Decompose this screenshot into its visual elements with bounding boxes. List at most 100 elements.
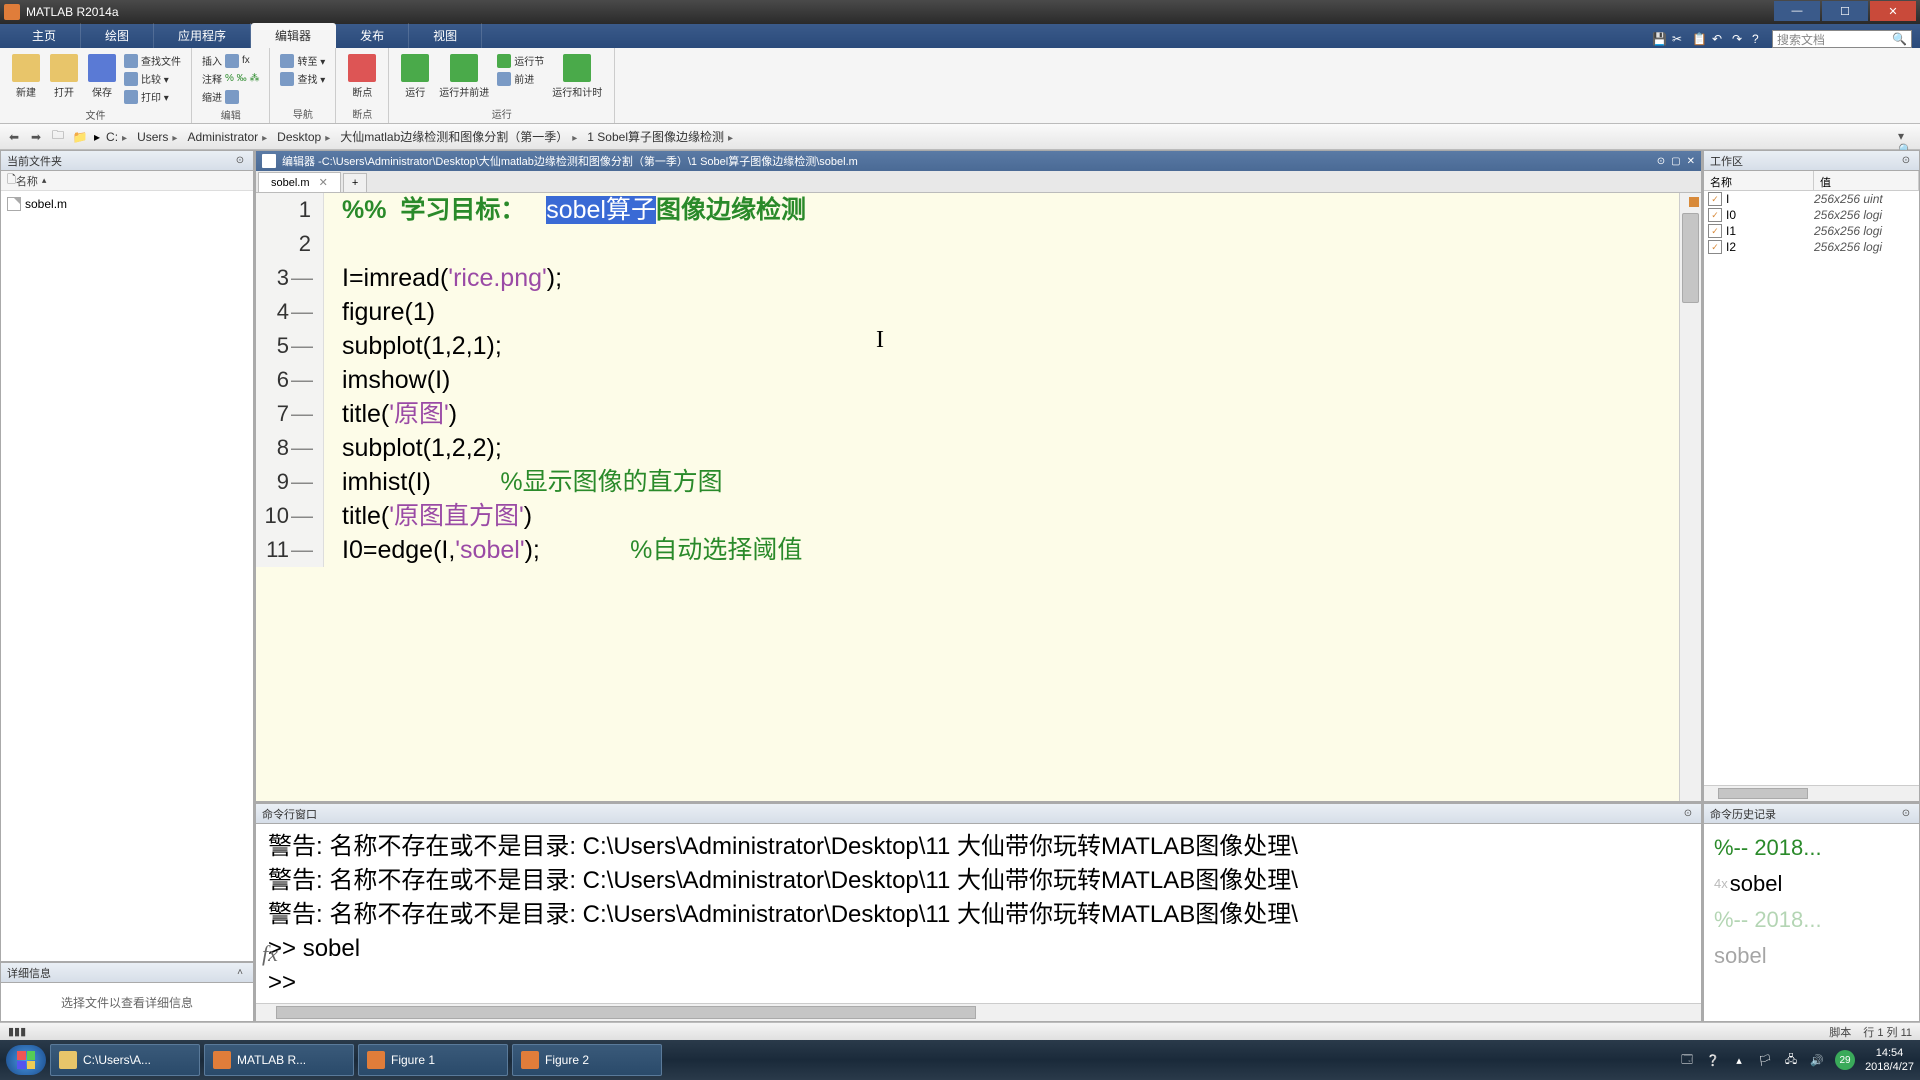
qat-redo-icon[interactable]: ↷ (1732, 32, 1746, 46)
qat-copy-icon[interactable]: 📋 (1692, 32, 1706, 46)
findfiles-button[interactable]: 查找文件 (122, 52, 183, 69)
qat-cut-icon[interactable]: ✂ (1672, 32, 1686, 46)
command-window-title: 命令行窗口 (262, 806, 317, 822)
taskbar-item[interactable]: MATLAB R... (204, 1044, 354, 1076)
addr-dropdown-icon[interactable]: ▾ 🔍 (1898, 129, 1914, 145)
current-folder-title: 当前文件夹 (7, 153, 62, 169)
fx-icon[interactable]: fx (262, 937, 278, 971)
windows-taskbar: C:\Users\A...MATLAB R...Figure 1Figure 2… (0, 1040, 1920, 1080)
tab-apps[interactable]: 应用程序 (154, 23, 251, 48)
cmd-menu-icon[interactable]: ⊙ (1681, 807, 1695, 821)
open-button[interactable]: 打开 (46, 52, 82, 105)
start-button[interactable] (6, 1045, 46, 1075)
ws-hscrollbar[interactable] (1704, 785, 1919, 801)
status-script: 脚本 (1829, 1024, 1851, 1040)
tab-view[interactable]: 视图 (409, 23, 482, 48)
history-panel: 命令历史记录 ⊙ %-- 2018...4xsobel%-- 2018...sob… (1703, 802, 1920, 1022)
crumb-3[interactable]: Desktop (277, 130, 334, 144)
tray-action-center-icon[interactable]: 🗔 (1679, 1052, 1695, 1068)
history-list[interactable]: %-- 2018...4xsobel%-- 2018...sobel (1704, 824, 1919, 1021)
editor-min-icon[interactable]: ⊙ (1657, 156, 1665, 167)
nav-back-icon[interactable]: ⬅ (6, 129, 22, 145)
breakpoints-button[interactable]: 断点 (344, 52, 380, 101)
crumb-4[interactable]: 大仙matlab边缘检测和图像分割（第一季） (340, 128, 581, 145)
qat-undo-icon[interactable]: ↶ (1712, 32, 1726, 46)
nav-folder-icon[interactable]: 📁 (72, 129, 88, 145)
editor-new-tab[interactable]: + (343, 173, 367, 192)
compare-button[interactable]: 比较 ▾ (122, 70, 183, 87)
advance-button[interactable]: 前进 (495, 70, 546, 87)
run-section-button[interactable]: 运行节 (495, 52, 546, 69)
qat-help-icon[interactable]: ? (1752, 32, 1766, 46)
hist-menu-icon[interactable]: ⊙ (1899, 807, 1913, 821)
crumb-1[interactable]: Users (137, 130, 181, 144)
insert-button[interactable]: 插入 fx (200, 52, 261, 69)
tray-badge[interactable]: 29 (1835, 1050, 1855, 1070)
tray-volume-icon[interactable]: 🔊 (1809, 1052, 1825, 1068)
matlab-logo-icon (4, 4, 20, 20)
address-bar: ⬅ ➡ 🗀 📁 ▸ C: Users Administrator Desktop… (0, 124, 1920, 150)
editor-close-icon[interactable]: ✕ (1687, 156, 1695, 167)
ws-variable-row[interactable]: ✓I1256x256 logi (1704, 223, 1919, 239)
taskbar-item[interactable]: C:\Users\A... (50, 1044, 200, 1076)
tab-publish[interactable]: 发布 (336, 23, 409, 48)
goto-button[interactable]: 转至 ▾ (278, 52, 327, 69)
status-cursor-pos: 行 1 列 11 (1863, 1024, 1912, 1040)
ws-col-name[interactable]: 名称 (1704, 171, 1814, 190)
tab-home[interactable]: 主页 (8, 23, 81, 48)
panel-menu-icon[interactable]: ⊙ (233, 154, 247, 168)
ws-menu-icon[interactable]: ⊙ (1899, 154, 1913, 168)
tab-editor[interactable]: 编辑器 (251, 23, 336, 48)
tray-network-icon[interactable]: 🖧 (1783, 1052, 1799, 1068)
window-title: MATLAB R2014a (26, 5, 1774, 19)
code-editor[interactable]: I 1%% 学习目标： sobel算子图像边缘检测23—I=imread('ri… (256, 193, 1701, 801)
tray-chevron-up-icon[interactable]: ▴ (1731, 1052, 1747, 1068)
current-folder-panel: 当前文件夹 ⊙ 🗋 名称▴ sobel.m (0, 150, 254, 962)
crumb-2[interactable]: Administrator (187, 130, 271, 144)
editor-icon (262, 154, 276, 168)
doc-search-input[interactable]: 搜索文档 🔍 (1772, 30, 1912, 48)
ws-variable-row[interactable]: ✓I0256x256 logi (1704, 207, 1919, 223)
filelist-header[interactable]: 🗋 名称▴ (1, 171, 253, 191)
find-button[interactable]: 查找 ▾ (278, 70, 327, 87)
new-button[interactable]: 新建 (8, 52, 44, 105)
print-button[interactable]: 打印 ▾ (122, 88, 183, 105)
ws-variable-row[interactable]: ✓I256x256 uint (1704, 191, 1919, 207)
window-maximize-button[interactable]: ☐ (1822, 1, 1868, 21)
save-button[interactable]: 保存 (84, 52, 120, 105)
matlab-statusbar: ▮▮▮ 脚本 行 1 列 11 (0, 1022, 1920, 1040)
tray-help-icon[interactable]: ❔ (1705, 1052, 1721, 1068)
ws-col-value[interactable]: 值 (1814, 171, 1919, 190)
ws-variable-row[interactable]: ✓I2256x256 logi (1704, 239, 1919, 255)
details-panel: 详细信息˄ 选择文件以查看详细信息 (0, 962, 254, 1022)
history-title: 命令历史记录 (1710, 806, 1776, 822)
details-title: 详细信息 (7, 965, 51, 981)
nav-fwd-icon[interactable]: ➡ (28, 129, 44, 145)
taskbar-item[interactable]: Figure 1 (358, 1044, 508, 1076)
indent-button[interactable]: 缩进 (200, 88, 261, 105)
cmd-hscrollbar[interactable] (256, 1003, 1701, 1021)
window-minimize-button[interactable]: — (1774, 1, 1820, 21)
file-item[interactable]: sobel.m (5, 195, 249, 213)
tray-flag-icon[interactable]: 🏳 (1757, 1052, 1773, 1068)
tab-close-icon[interactable]: ✕ (319, 177, 328, 189)
command-window[interactable]: fx 警告: 名称不存在或不是目录: C:\Users\Administrato… (256, 824, 1701, 1003)
crumb-0[interactable]: C: (106, 130, 131, 144)
run-advance-button[interactable]: 运行并前进 (435, 52, 493, 101)
editor-vscrollbar[interactable] (1679, 193, 1701, 801)
editor-tab[interactable]: sobel.m ✕ (258, 172, 341, 192)
qat-save-icon[interactable]: 💾 (1652, 32, 1666, 46)
run-time-button[interactable]: 运行和计时 (548, 52, 606, 101)
code-lint-marker (1689, 197, 1699, 207)
nav-up-icon[interactable]: 🗀 (50, 129, 66, 145)
tab-plots[interactable]: 绘图 (81, 23, 154, 48)
crumb-5[interactable]: 1 Sobel算子图像边缘检测 (587, 128, 737, 145)
editor-max-icon[interactable]: ▢ (1671, 156, 1680, 167)
run-button[interactable]: 运行 (397, 52, 433, 101)
tray-clock[interactable]: 14:542018/4/27 (1865, 1046, 1914, 1074)
details-collapse-icon[interactable]: ˄ (233, 966, 247, 980)
text-cursor-icon: I (876, 323, 884, 357)
taskbar-item[interactable]: Figure 2 (512, 1044, 662, 1076)
comment-button[interactable]: 注释 % ‰ ⁂ (200, 70, 261, 87)
window-close-button[interactable]: ✕ (1870, 1, 1916, 21)
